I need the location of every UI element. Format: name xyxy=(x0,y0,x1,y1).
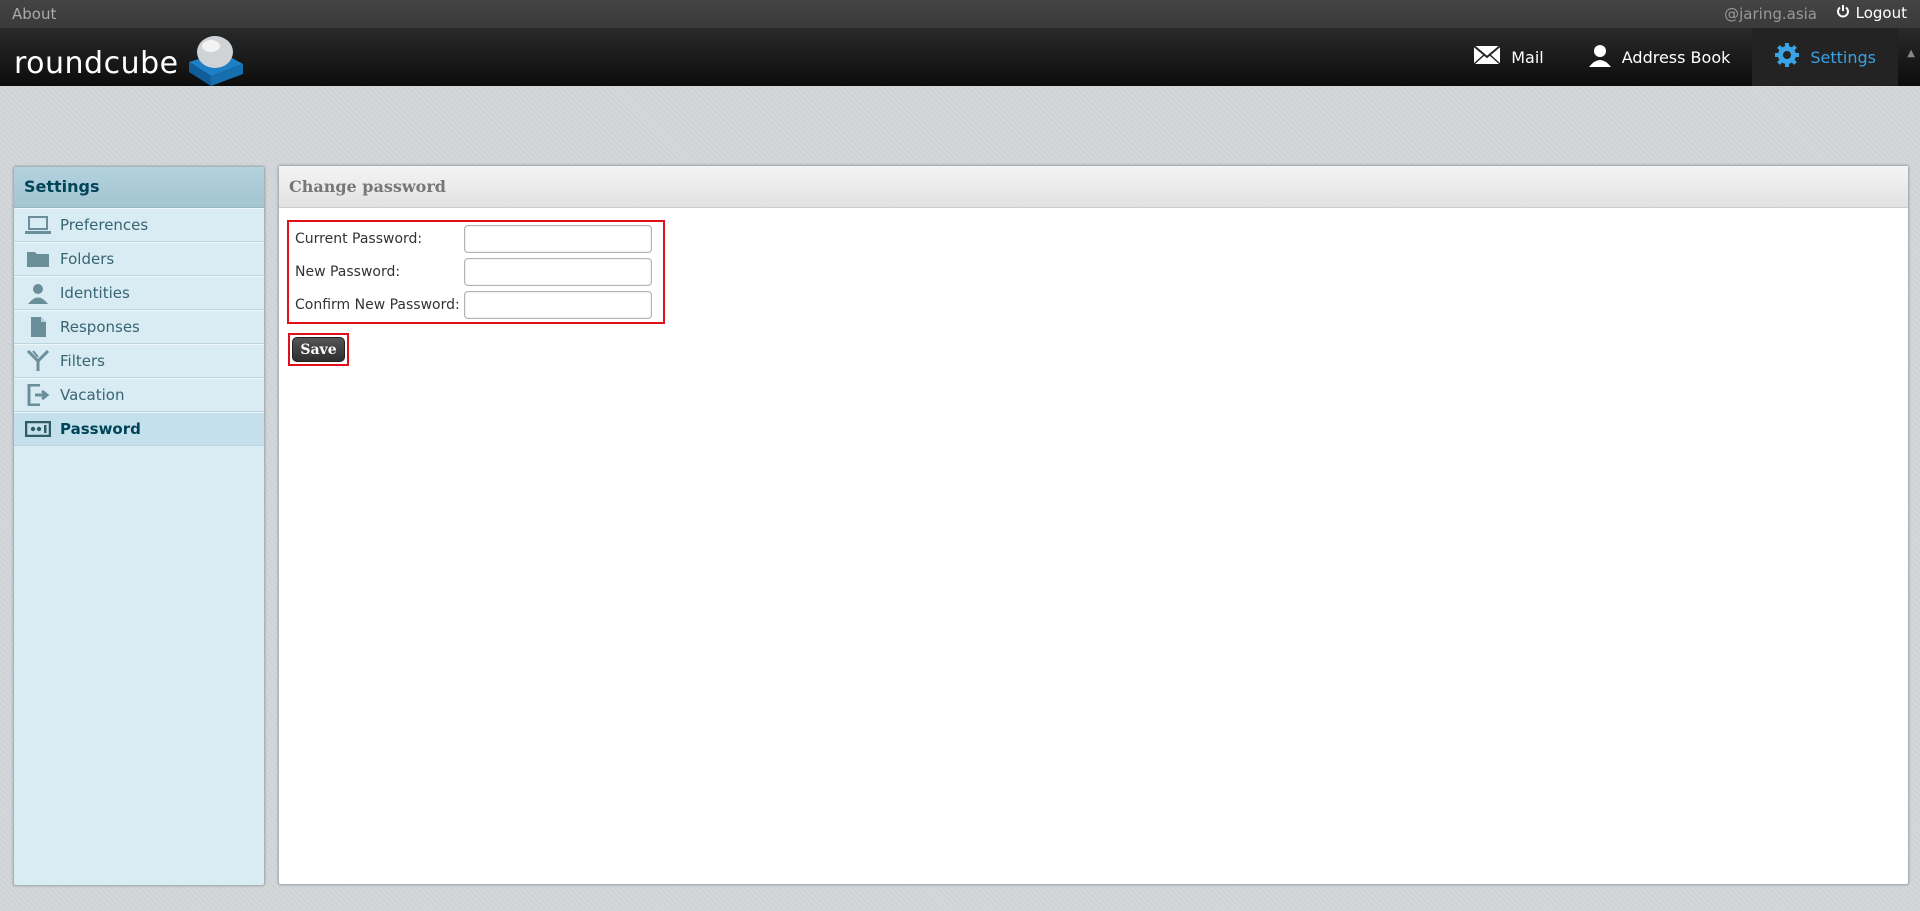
save-button-highlight: Save xyxy=(288,333,349,366)
document-icon xyxy=(24,317,52,337)
logout-button[interactable]: Logout xyxy=(1836,4,1907,22)
logo-text: roundcube xyxy=(14,45,179,81)
roundcube-logo[interactable]: roundcube xyxy=(14,32,247,94)
about-link[interactable]: About xyxy=(12,5,56,23)
current-password-input[interactable] xyxy=(464,225,652,253)
password-icon xyxy=(24,419,52,439)
nav-address-book-label: Address Book xyxy=(1621,47,1731,67)
sidebar-item-label: Password xyxy=(60,420,141,438)
top-bar: About @jaring.asia Logout xyxy=(0,0,1920,28)
laptop-icon xyxy=(24,215,52,235)
gear-icon xyxy=(1774,42,1800,72)
sidebar-title: Settings xyxy=(14,167,264,208)
sidebar-item-label: Responses xyxy=(60,318,140,336)
sidebar-item-password[interactable]: Password xyxy=(14,412,264,446)
logout-label: Logout xyxy=(1855,4,1907,22)
sidebar-item-label: Vacation xyxy=(60,386,125,404)
settings-sidebar: Settings Preferences Folders Identities … xyxy=(13,166,265,886)
confirm-password-input[interactable] xyxy=(464,291,652,319)
sidebar-item-identities[interactable]: Identities xyxy=(14,276,264,310)
sidebar-item-preferences[interactable]: Preferences xyxy=(14,208,264,242)
main-nav: Mail Address Book Settings xyxy=(1451,28,1898,86)
person-icon xyxy=(24,283,52,304)
power-icon xyxy=(1836,4,1850,22)
change-password-panel: Change password Current Password: New Pa… xyxy=(278,165,1909,885)
envelope-icon xyxy=(1473,45,1501,69)
collapse-header-icon[interactable]: ▲ xyxy=(1907,48,1915,59)
cube-logo-icon xyxy=(185,32,247,94)
filter-icon xyxy=(24,350,52,371)
new-password-label: New Password: xyxy=(295,264,401,280)
sidebar-item-label: Identities xyxy=(60,284,130,302)
current-password-label: Current Password: xyxy=(295,231,423,247)
new-password-row: New Password: xyxy=(295,258,652,286)
header: roundcube Mail Address Book Settings ▲ xyxy=(0,28,1920,86)
sidebar-item-label: Preferences xyxy=(60,216,149,234)
sidebar-item-responses[interactable]: Responses xyxy=(14,310,264,344)
username-label: @jaring.asia xyxy=(1724,5,1817,23)
person-icon xyxy=(1588,43,1612,71)
nav-address-book[interactable]: Address Book xyxy=(1566,28,1753,86)
panel-title: Change password xyxy=(279,166,1908,208)
nav-mail-label: Mail xyxy=(1511,47,1544,67)
nav-settings[interactable]: Settings xyxy=(1752,28,1898,86)
new-password-input[interactable] xyxy=(464,258,652,286)
save-button[interactable]: Save xyxy=(292,337,345,362)
confirm-password-row: Confirm New Password: xyxy=(295,291,652,319)
sidebar-item-vacation[interactable]: Vacation xyxy=(14,378,264,412)
sidebar-item-label: Filters xyxy=(60,352,105,370)
nav-mail[interactable]: Mail xyxy=(1451,28,1566,86)
exit-icon xyxy=(24,384,52,406)
nav-settings-label: Settings xyxy=(1810,47,1876,67)
password-form: Current Password: New Password: Confirm … xyxy=(287,220,665,324)
folder-icon xyxy=(24,249,52,269)
current-password-row: Current Password: xyxy=(295,225,652,253)
sidebar-item-label: Folders xyxy=(60,250,115,268)
confirm-password-label: Confirm New Password: xyxy=(295,297,460,313)
sidebar-item-folders[interactable]: Folders xyxy=(14,242,264,276)
sidebar-item-filters[interactable]: Filters xyxy=(14,344,264,378)
